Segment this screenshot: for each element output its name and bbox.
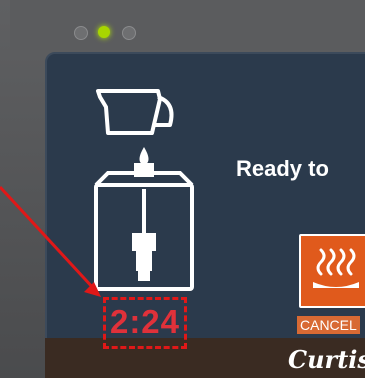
- annotation-arrow: [0, 185, 101, 297]
